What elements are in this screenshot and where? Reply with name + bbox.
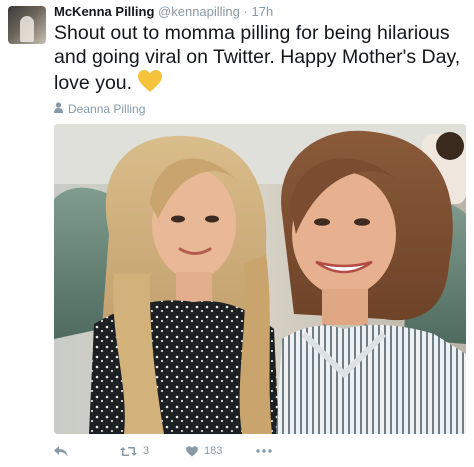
author-name[interactable]: McKenna Pilling	[54, 4, 154, 19]
retweet-button[interactable]: 3	[120, 445, 186, 457]
reply-button[interactable]	[54, 445, 120, 457]
like-button[interactable]: 183	[186, 445, 256, 457]
photo-tag[interactable]: Deanna Pilling	[54, 102, 145, 116]
tweet-header: McKenna Pilling @kennapilling · 17h	[54, 4, 273, 20]
like-count: 183	[204, 445, 223, 457]
heart-icon	[186, 445, 198, 457]
more-button[interactable]	[256, 449, 286, 453]
tweet-actions: 3 183	[54, 441, 286, 461]
retweet-icon	[120, 446, 137, 457]
tweet-text: Shout out to momma pilling for being hil…	[54, 21, 464, 99]
avatar[interactable]	[8, 6, 46, 44]
tweet-photo[interactable]	[54, 124, 466, 434]
tweet-timestamp[interactable]: 17h	[251, 4, 273, 19]
header-separator: ·	[243, 4, 248, 19]
author-handle[interactable]: @kennapilling	[158, 4, 240, 19]
reply-icon	[54, 445, 68, 457]
tagged-user-name[interactable]: Deanna Pilling	[68, 102, 145, 116]
yellow-heart-icon	[137, 69, 163, 99]
more-dots-icon	[256, 449, 272, 453]
retweet-count: 3	[143, 445, 150, 457]
tweet-body: Shout out to momma pilling for being hil…	[54, 22, 461, 94]
selfie-illustration	[54, 124, 466, 434]
person-icon	[54, 102, 63, 116]
